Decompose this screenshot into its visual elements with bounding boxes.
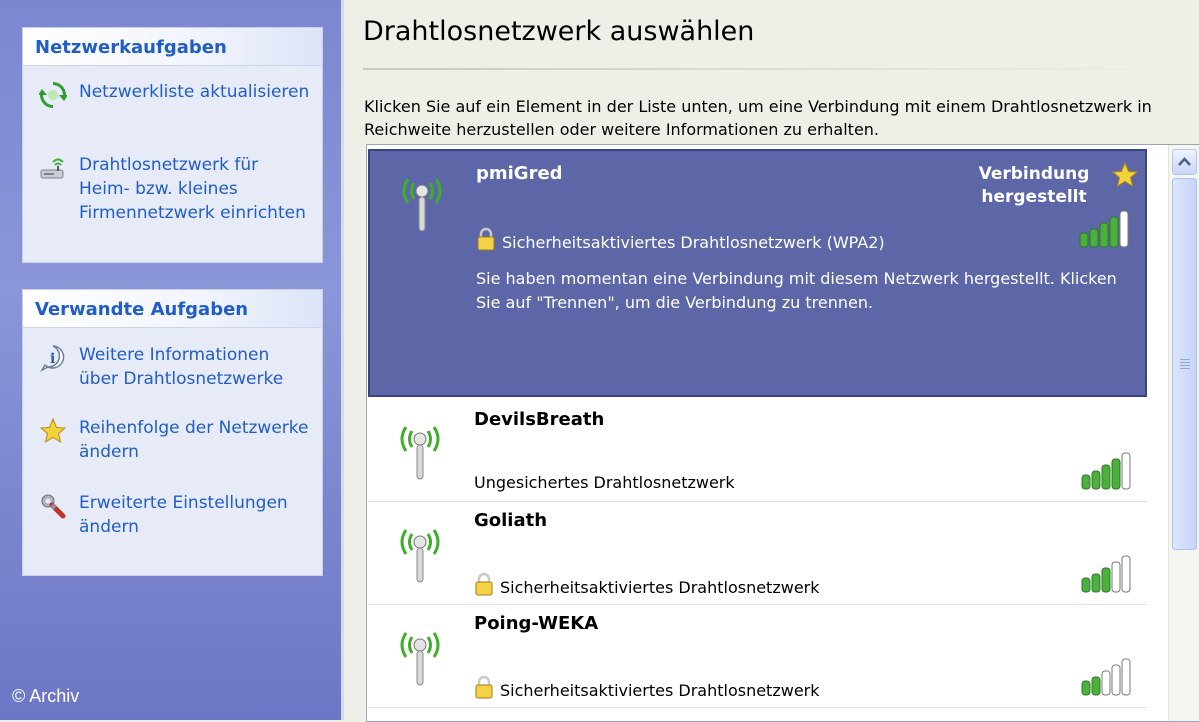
lock-icon (475, 572, 493, 596)
network-item-pmigred[interactable]: pmiGred Verbindung hergestellt Sicherhei… (368, 149, 1147, 397)
connection-status: Verbindung hergestellt (969, 161, 1139, 209)
svg-text:i: i (50, 351, 55, 367)
network-name: DevilsBreath (474, 409, 605, 430)
network-item-poing-weka[interactable]: Poing-WEKA Sicherheitsaktiviertes Drahtl… (368, 605, 1147, 708)
related-tasks-box: Verwandte Aufgaben i Weitere Information… (22, 289, 323, 576)
intro-text: Klicken Sie auf ein Element in der Liste… (364, 97, 1152, 139)
setup-wireless-network-label: Drahtlosnetzwerk für Heim- bzw. kleines … (79, 155, 306, 223)
connected-star-icon (1111, 161, 1139, 188)
network-name: pmiGred (476, 163, 563, 184)
wireless-antenna-icon (400, 529, 440, 583)
signal-strength-icon (1081, 452, 1131, 490)
signal-strength-icon (1081, 658, 1131, 696)
security-text: Sicherheitsaktiviertes Drahtlosnetzwerk (500, 578, 820, 597)
wireless-antenna-icon (400, 632, 440, 686)
scroll-thumb[interactable] (1172, 178, 1197, 550)
security-text: Sicherheitsaktiviertes Drahtlosnetzwerk … (502, 233, 885, 252)
network-item-devilsbreath[interactable]: DevilsBreath Ungesichertes Drahtlosnetzw… (368, 399, 1147, 502)
wrench-icon (41, 494, 66, 519)
scroll-up-button[interactable] (1172, 149, 1197, 175)
list-scrollbar[interactable] (1168, 145, 1199, 721)
star-icon (39, 417, 67, 444)
security-status: Sicherheitsaktiviertes Drahtlosnetzwerk (474, 572, 820, 597)
info-icon: i (40, 345, 65, 372)
lock-icon (475, 675, 493, 699)
network-item-goliath[interactable]: Goliath Sicherheitsaktiviertes Drahtlosn… (368, 502, 1147, 605)
refresh-network-list-link[interactable]: Netzwerkliste aktualisieren (23, 80, 322, 108)
network-name: Goliath (474, 510, 548, 531)
change-network-order-label: Reihenfolge der Netzwerke ändern (79, 418, 309, 462)
connection-status-text: Verbindung hergestellt (978, 164, 1090, 207)
chevron-up-icon (1178, 157, 1191, 166)
refresh-icon (39, 82, 67, 108)
wireless-antenna-icon (402, 178, 442, 232)
network-tasks-header[interactable]: Netzwerkaufgaben (23, 28, 322, 66)
related-tasks-header[interactable]: Verwandte Aufgaben (23, 290, 322, 328)
task-pane: Netzwerkaufgaben Netzwerkliste aktualisi… (0, 0, 344, 720)
advanced-settings-link[interactable]: Erweiterte Einstellungen ändern (23, 491, 322, 539)
security-status: Sicherheitsaktiviertes Drahtlosnetzwerk … (476, 227, 885, 252)
more-info-wireless-label: Weitere Informationen über Drahtlosnetzw… (79, 345, 284, 389)
security-status: Sicherheitsaktiviertes Drahtlosnetzwerk (474, 675, 820, 700)
network-tasks-box: Netzwerkaufgaben Netzwerkliste aktualisi… (22, 27, 323, 263)
change-network-order-link[interactable]: Reihenfolge der Netzwerke ändern (23, 416, 322, 464)
wireless-setup-icon (40, 158, 64, 179)
main-panel: Drahtlosnetzwerk auswählen Klicken Sie a… (344, 0, 1199, 722)
refresh-network-list-label: Netzwerkliste aktualisieren (79, 82, 310, 102)
scroll-grip (1180, 359, 1190, 371)
security-text: Ungesichertes Drahtlosnetzwerk (474, 473, 735, 492)
advanced-settings-label: Erweiterte Einstellungen ändern (79, 493, 288, 537)
wireless-antenna-icon (400, 426, 440, 480)
more-info-wireless-link[interactable]: i Weitere Informationen über Drahtlosnet… (23, 343, 322, 391)
copyright-notice: © Archiv (12, 686, 80, 706)
connection-description: Sie haben momentan eine Verbindung mit d… (476, 269, 1117, 312)
network-name: Poing-WEKA (474, 613, 599, 634)
security-text: Sicherheitsaktiviertes Drahtlosnetzwerk (500, 681, 820, 700)
signal-strength-icon (1079, 210, 1129, 248)
signal-strength-icon (1081, 555, 1131, 593)
lock-icon (477, 227, 495, 251)
security-status: Ungesichertes Drahtlosnetzwerk (474, 473, 735, 492)
network-list[interactable]: pmiGred Verbindung hergestellt Sicherhei… (366, 144, 1199, 722)
page-title: Drahtlosnetzwerk auswählen (363, 16, 755, 47)
setup-wireless-network-link[interactable]: Drahtlosnetzwerk für Heim- bzw. kleines … (23, 153, 322, 225)
title-divider (363, 68, 1199, 70)
